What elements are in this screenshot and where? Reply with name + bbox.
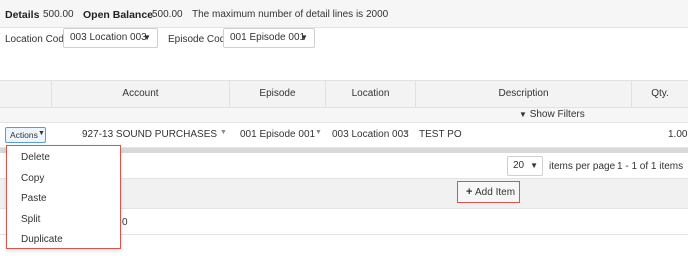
add-item-label: Add Item (475, 187, 516, 198)
chevron-down-icon: ▼ (315, 129, 322, 136)
details-label: Details (5, 9, 40, 21)
episode-code-value: 001 Episode 001 (230, 32, 306, 43)
open-balance-label: Open Balance (83, 9, 154, 21)
open-balance-value: 500.00 (152, 9, 183, 20)
footer-total-value: 0 (122, 217, 128, 228)
qty-value[interactable]: 1.00 (668, 129, 687, 140)
chevron-down-icon: ▼ (220, 129, 227, 136)
actions-menu: Delete Copy Paste Split Duplicate (6, 145, 121, 249)
menu-item-split[interactable]: Split (21, 214, 40, 225)
actions-label: Actions (10, 130, 38, 140)
grid-header: Account Episode Location Description Qty… (0, 80, 688, 108)
filter-icon: ▼ (519, 110, 527, 119)
actions-button[interactable]: Actions ▼ (5, 127, 46, 143)
episode-code-label: Episode Code (168, 34, 231, 45)
location-code-value: 003 Location 003 (70, 32, 147, 43)
max-lines-note: The maximum number of detail lines is 20… (192, 9, 389, 20)
summary-bar: Details 500.00 Open Balance 500.00 The m… (0, 0, 688, 28)
column-header-location[interactable]: Location (326, 81, 416, 107)
caret-down-icon: ▼ (38, 130, 45, 137)
page-size-select[interactable]: 20 ▼ (507, 156, 543, 176)
location-code-select[interactable]: 003 Location 003 ▼ (63, 28, 158, 48)
location-value: 003 Location 003 (332, 129, 409, 140)
show-filters-label: Show Filters (529, 109, 585, 120)
chevron-down-icon: ▼ (143, 33, 151, 42)
details-value: 500.00 (43, 9, 74, 20)
page-size-value: 20 (513, 160, 525, 171)
column-header-qty[interactable]: Qty. (632, 81, 688, 107)
actions-column-header (0, 81, 52, 107)
column-header-episode[interactable]: Episode (230, 81, 326, 107)
plus-icon: + (466, 186, 473, 198)
account-value: 927-13 SOUND PURCHASES (82, 129, 218, 140)
menu-item-copy[interactable]: Copy (21, 173, 44, 184)
chevron-down-icon: ▼ (403, 129, 410, 136)
location-cell[interactable]: 003 Location 003 ▼ (328, 124, 414, 146)
episode-code-select[interactable]: 001 Episode 001 ▼ (223, 28, 315, 48)
menu-item-duplicate[interactable]: Duplicate (21, 234, 63, 245)
account-cell[interactable]: 927-13 SOUND PURCHASES ▼ (52, 124, 228, 146)
description-value[interactable]: TEST PO (419, 129, 462, 140)
pager-range: 1 - 1 of 1 items (617, 161, 684, 172)
location-code-label: Location Code (5, 34, 70, 45)
show-filters-bar: ▼ Show Filters (0, 108, 688, 123)
menu-item-delete[interactable]: Delete (21, 152, 50, 163)
menu-item-paste[interactable]: Paste (21, 193, 47, 204)
add-item-button[interactable]: + Add Item (457, 181, 520, 203)
chevron-down-icon: ▼ (300, 33, 308, 42)
column-header-account[interactable]: Account (52, 81, 230, 107)
episode-cell[interactable]: 001 Episode 001 ▼ (232, 124, 325, 146)
chevron-down-icon: ▼ (530, 161, 538, 170)
show-filters-toggle[interactable]: ▼ Show Filters (519, 109, 585, 120)
episode-value: 001 Episode 001 (240, 129, 316, 140)
items-per-page-label: items per page (549, 161, 616, 172)
column-header-description[interactable]: Description (416, 81, 632, 107)
